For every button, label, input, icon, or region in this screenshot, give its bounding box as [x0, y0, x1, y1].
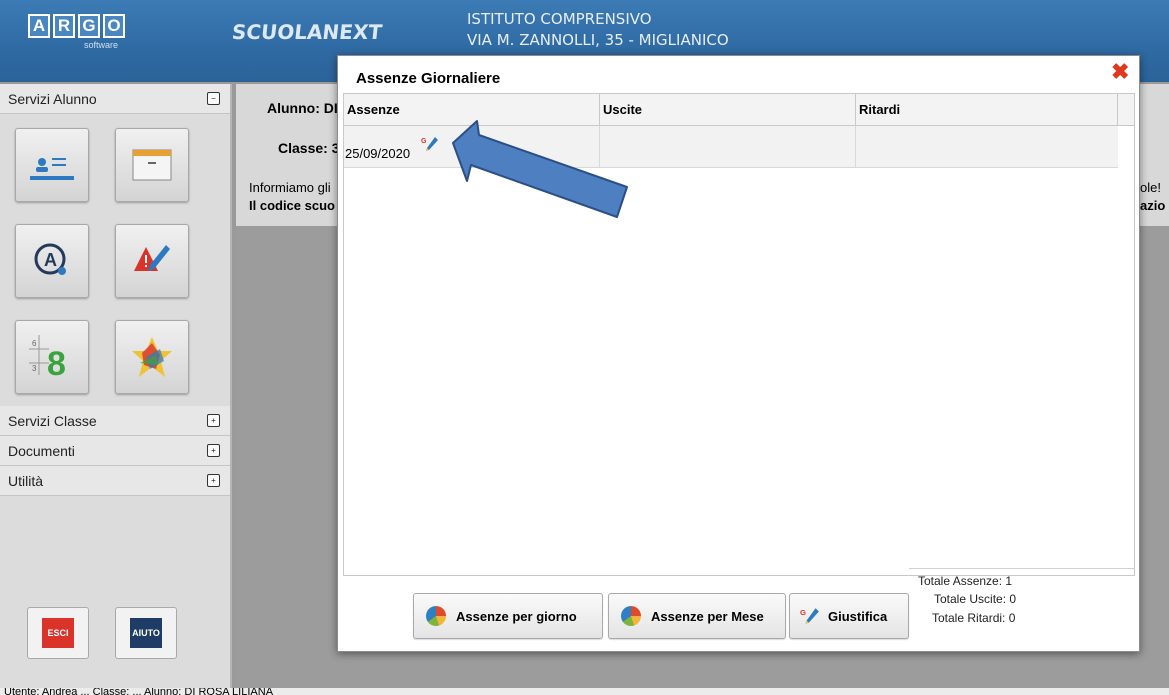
absences-button[interactable]: A [15, 224, 89, 298]
cell-ritardi [856, 126, 1118, 168]
section-label: Servizi Alunno [8, 91, 97, 107]
absences-per-month-button[interactable]: Assenze per Mese [608, 593, 786, 639]
sidebar-section-servizi-classe[interactable]: Servizi Classe + [0, 406, 230, 436]
logo-letter: R [53, 14, 75, 38]
student-label: Alunno: DI [267, 100, 338, 116]
justify-edit-icon[interactable]: G [421, 136, 439, 152]
justify-edit-icon: G [800, 608, 819, 624]
svg-text:6: 6 [32, 339, 37, 348]
sidebar-section-documenti[interactable]: Documenti + [0, 436, 230, 466]
institute-address: VIA M. ZANNOLLI, 35 - MIGLIANICO [467, 31, 729, 49]
grades-button[interactable]: 6 3 8 [15, 320, 89, 394]
logo-subtitle: software [84, 40, 119, 50]
status-bar: Utente: Andrea ... Classe: ... Alunno: D… [0, 688, 1169, 695]
info-text: Informiamo gli [249, 180, 331, 195]
svg-text:3: 3 [32, 364, 37, 373]
pie-chart-icon [621, 606, 641, 626]
column-header-ritardi[interactable]: Ritardi [856, 94, 1118, 126]
total-late: Totale Ritardi: 0 [932, 611, 1016, 625]
totals-panel: Totale Assenze: 1 Totale Uscite: 0 Total… [909, 568, 1135, 640]
dialog-title: Assenze Giornaliere [356, 70, 501, 87]
button-label: Giustifica [828, 608, 888, 624]
warning-pencil-icon [134, 245, 170, 271]
svg-text:G: G [800, 608, 806, 617]
logo-letter: O [103, 14, 125, 38]
sidebar-section-servizi-alunno[interactable]: Servizi Alunno − [0, 84, 230, 114]
info-code-right: azio [1140, 198, 1166, 213]
help-button[interactable]: AIUTO [115, 607, 177, 659]
institute-name: ISTITUTO COMPRENSIVO [467, 10, 652, 28]
close-icon[interactable]: ✖ [1111, 61, 1129, 83]
svg-text:G: G [421, 138, 427, 145]
student-card-button[interactable] [15, 128, 89, 202]
svg-text:A: A [44, 250, 57, 270]
colorful-star-icon [132, 337, 172, 377]
help-label: AIUTO [130, 618, 162, 648]
argo-logo: A R G O [28, 14, 125, 38]
folder-icon [132, 149, 172, 181]
expand-icon[interactable]: + [207, 414, 220, 427]
expand-icon[interactable]: + [207, 474, 220, 487]
expand-icon[interactable]: + [207, 444, 220, 457]
total-exits: Totale Uscite: 0 [934, 592, 1017, 606]
sidebar: Servizi Alunno − A 6 3 8 Servizi Classe … [0, 84, 232, 688]
archive-button[interactable] [115, 128, 189, 202]
info-code-text: Il codice scuo [249, 198, 335, 213]
info-text-right: ole! [1140, 180, 1161, 195]
collapse-icon[interactable]: − [207, 92, 220, 105]
exit-button[interactable]: ESCI [27, 607, 89, 659]
justify-button[interactable]: G Giustifica [789, 593, 909, 639]
product-name: SCUOLANEXT [230, 20, 384, 44]
grade-eight-icon: 6 3 8 [29, 335, 66, 379]
logo-letter: A [28, 14, 50, 38]
section-label: Servizi Classe [8, 413, 97, 429]
absence-a-icon: A [34, 243, 66, 275]
exit-label: ESCI [42, 618, 74, 648]
button-label: Assenze per giorno [456, 608, 577, 624]
section-label: Documenti [8, 443, 75, 459]
absences-per-day-button[interactable]: Assenze per giorno [413, 593, 603, 639]
section-label: Utilità [8, 473, 44, 489]
absence-date: 25/09/2020 [345, 146, 411, 161]
pointer-arrow-annotation [452, 120, 628, 218]
notes-button[interactable] [115, 224, 189, 298]
student-card-icon [30, 158, 74, 180]
svg-text:8: 8 [47, 345, 66, 379]
pie-chart-icon [426, 606, 446, 626]
total-absences: Totale Assenze: 1 [918, 574, 1013, 588]
button-label: Assenze per Mese [651, 608, 764, 624]
activities-button[interactable] [115, 320, 189, 394]
logo-letter: G [78, 14, 100, 38]
sidebar-section-utilita[interactable]: Utilità + [0, 466, 230, 496]
